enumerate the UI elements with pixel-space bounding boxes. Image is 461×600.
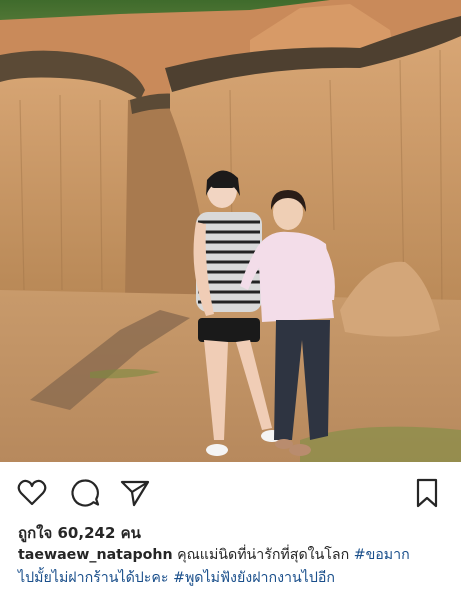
post-photo[interactable]: [0, 0, 461, 462]
caption-username[interactable]: taewaew_natapohn: [18, 547, 173, 563]
caption-hashtag-2[interactable]: #พูดไม่ฟังยังฝากงานไปอีก: [173, 570, 335, 586]
post-photo-illustration: [0, 0, 461, 462]
like-button[interactable]: [15, 476, 49, 510]
caption-text-2: ไปมั้ยไม่ฝากร้านได้ปะคะ: [18, 570, 169, 586]
paper-plane-icon: [120, 480, 150, 507]
comment-button[interactable]: [68, 476, 102, 510]
caption-hashtag-1[interactable]: #ขอมาก: [354, 547, 410, 563]
bookmark-outline-icon: [416, 478, 438, 508]
post-caption: taewaew_natapohn คุณแม่นิดที่น่ารักที่สุ…: [18, 544, 448, 590]
post-action-bar: [0, 462, 461, 516]
comment-bubble-icon: [71, 479, 100, 507]
caption-text-1: คุณแม่นิดที่น่ารักที่สุดในโลก: [177, 547, 350, 563]
likes-count[interactable]: ถูกใจ 60,242 คน: [18, 521, 141, 545]
save-button[interactable]: [410, 476, 444, 510]
share-button[interactable]: [118, 476, 152, 510]
heart-outline-icon: [17, 479, 47, 506]
